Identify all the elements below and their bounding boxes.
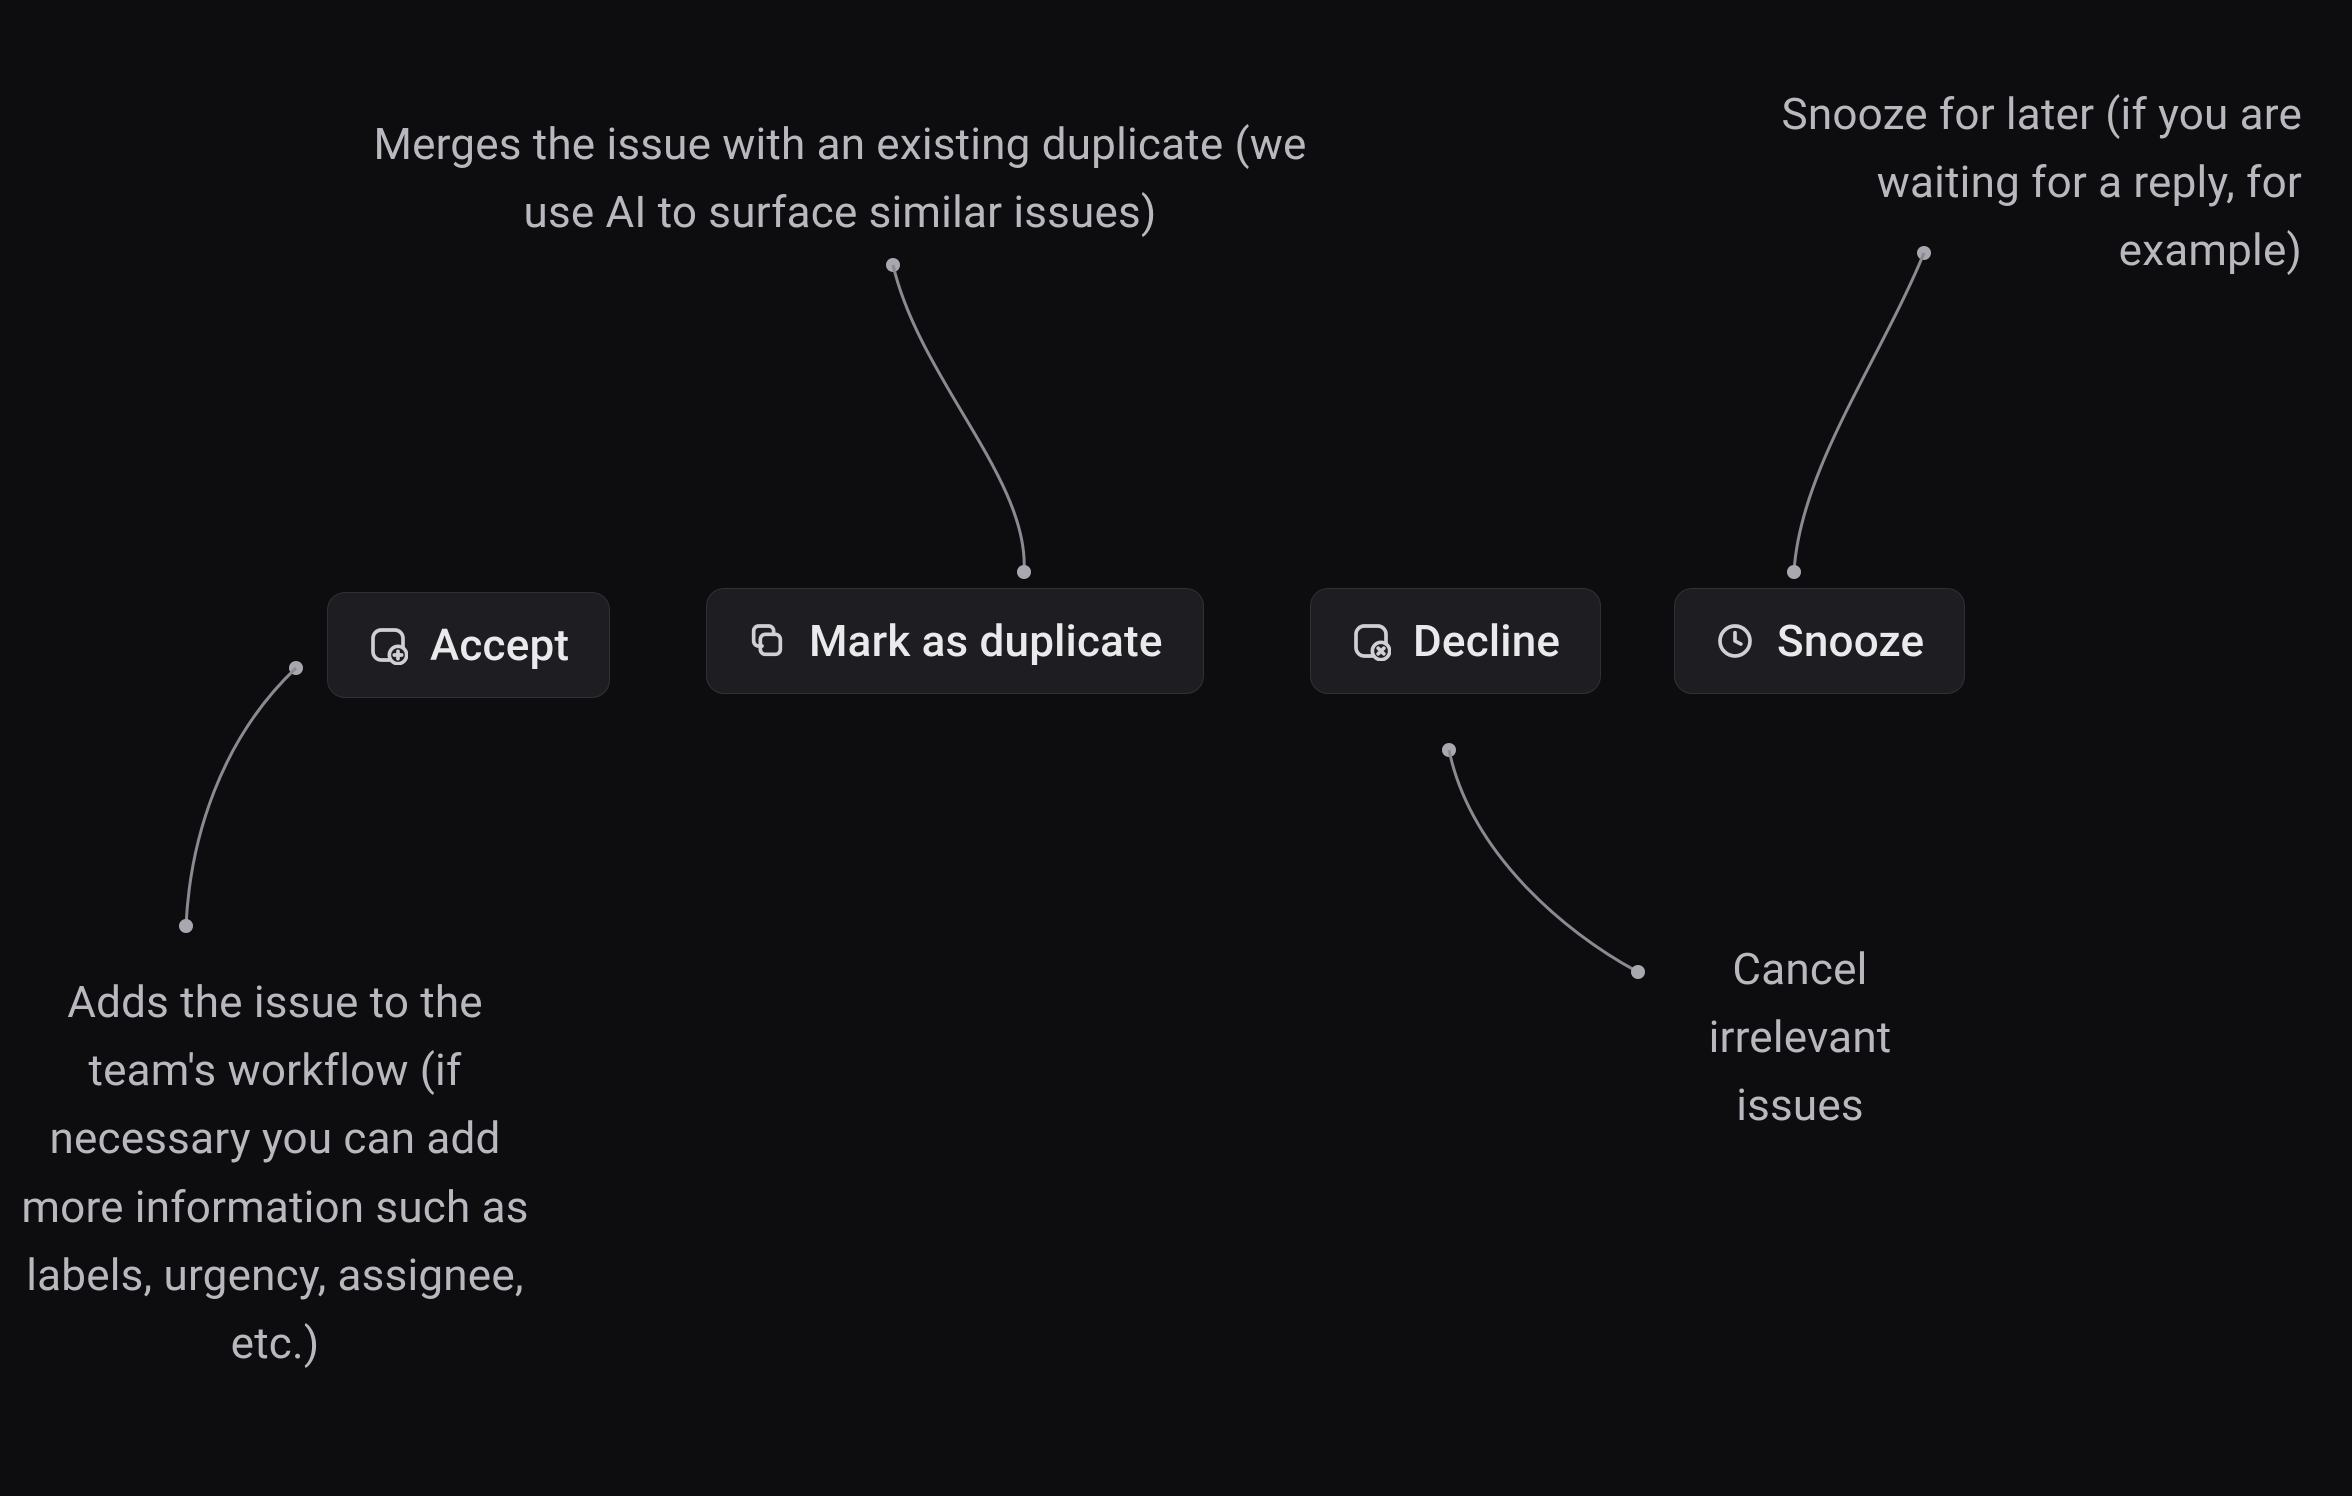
snooze-button[interactable]: Snooze [1674, 588, 1965, 694]
decline-button[interactable]: Decline [1310, 588, 1601, 694]
duplicate-icon [747, 621, 787, 661]
decline-button-label: Decline [1413, 615, 1560, 667]
accept-add-icon [368, 625, 408, 665]
annotation-accept: Adds the issue to the team's workflow (i… [10, 968, 540, 1377]
accept-button[interactable]: Accept [327, 592, 610, 698]
annotation-snooze: Snooze for later (if you are waiting for… [1772, 80, 2302, 285]
diagram-canvas: Accept Mark as duplicate Decline [0, 0, 2352, 1496]
annotation-decline: Cancel irrelevant issues [1670, 935, 1930, 1140]
clock-icon [1715, 621, 1755, 661]
snooze-button-label: Snooze [1777, 615, 1924, 667]
accept-button-label: Accept [430, 619, 569, 671]
annotation-duplicate: Merges the issue with an existing duplic… [340, 110, 1340, 246]
decline-remove-icon [1351, 621, 1391, 661]
mark-duplicate-button-label: Mark as duplicate [809, 615, 1163, 667]
mark-duplicate-button[interactable]: Mark as duplicate [706, 588, 1204, 694]
